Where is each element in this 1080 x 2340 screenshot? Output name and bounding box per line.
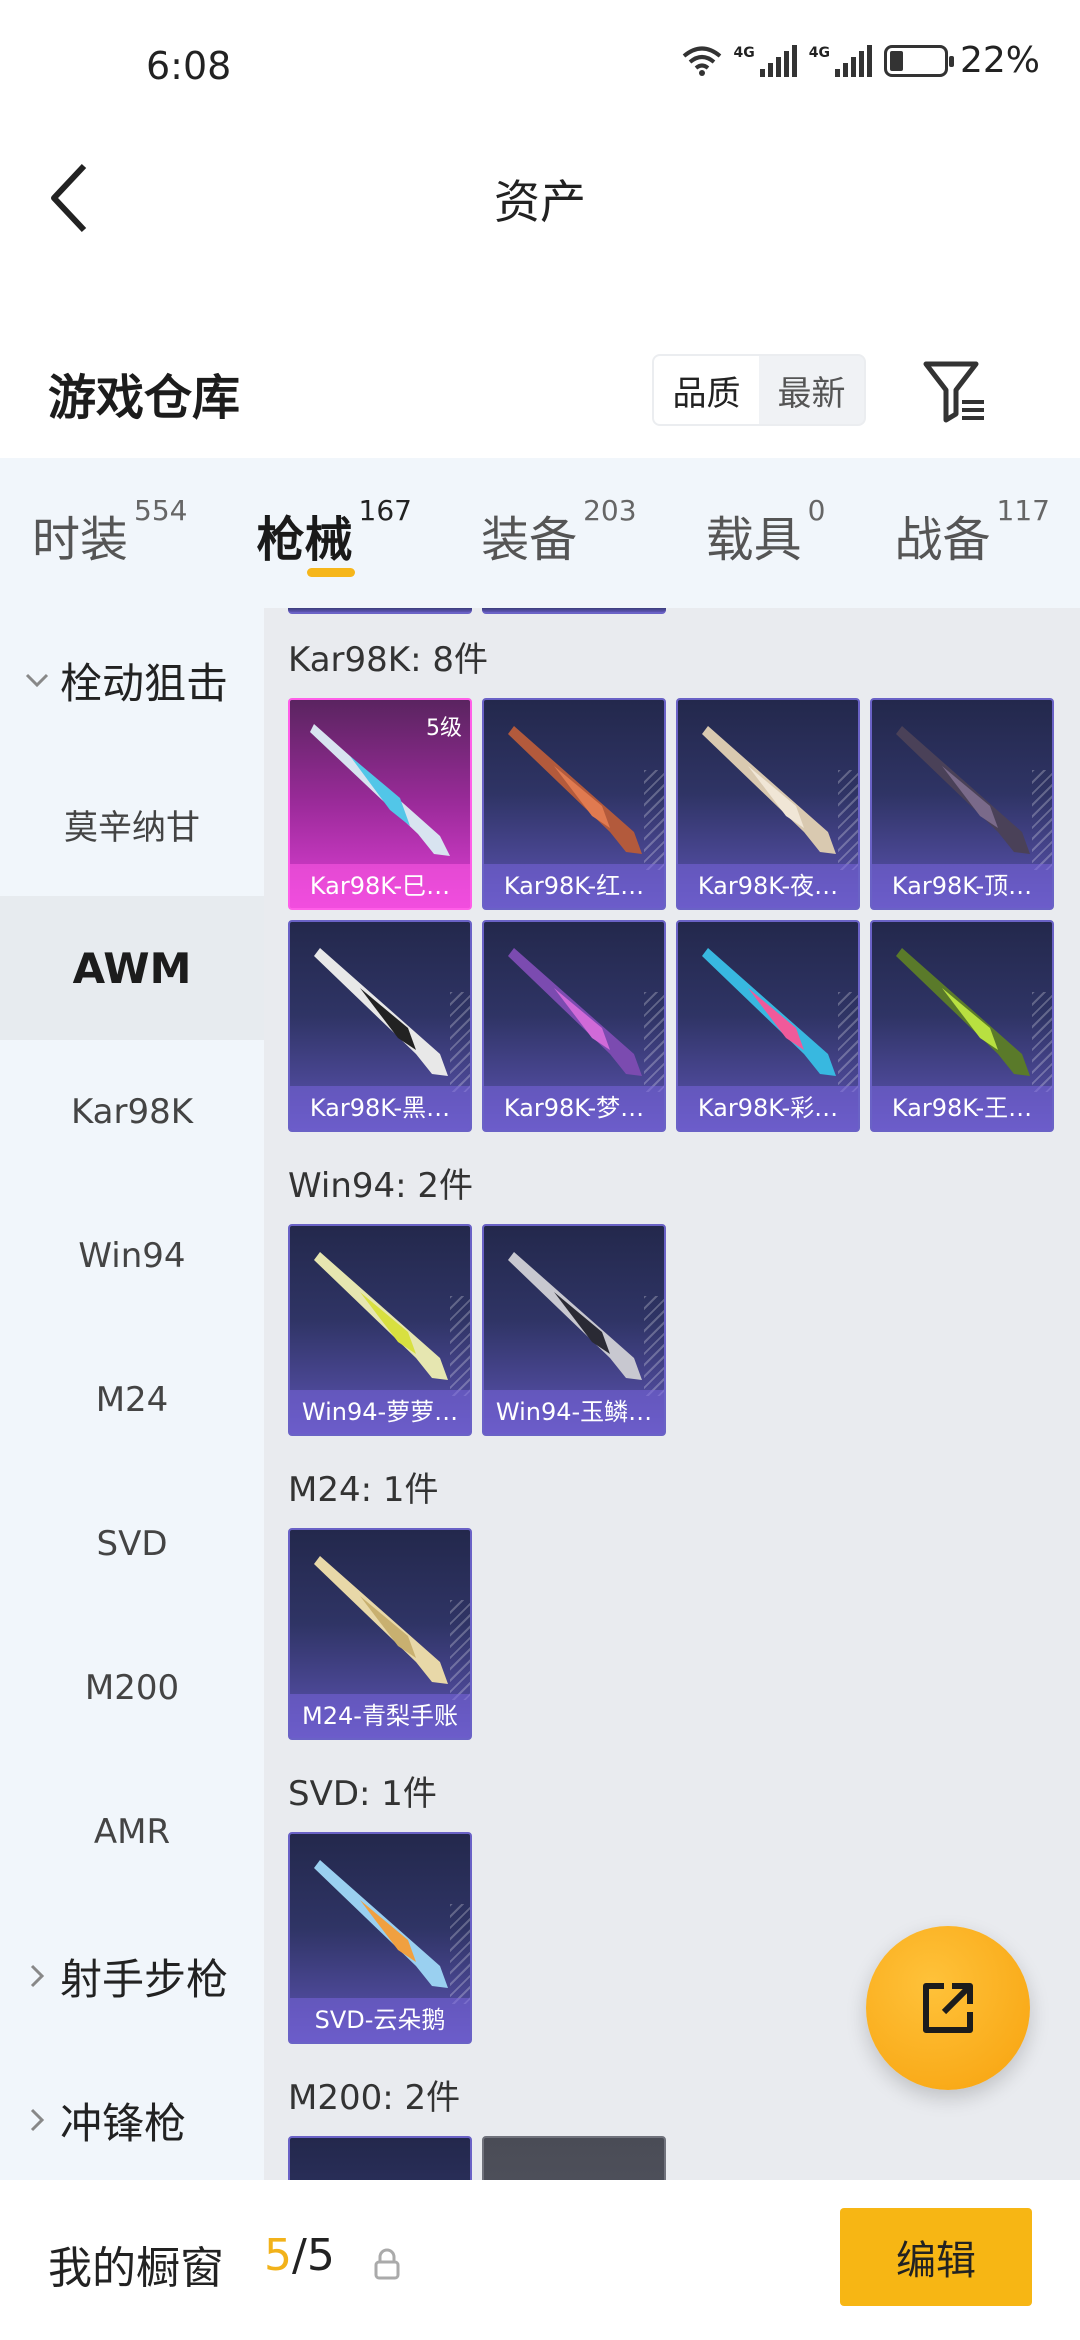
sidebar-item-amr[interactable]: AMR	[0, 1760, 264, 1904]
weapon-name: M24-青梨手账	[290, 1694, 470, 1738]
win94-grid: Win94-萝萝… Win94-玉鳞…	[288, 1224, 1078, 1436]
weapon-card[interactable]: Kar98K-红…	[482, 698, 666, 910]
sidebar-item-m24[interactable]: M24	[0, 1328, 264, 1472]
status-bar: 6:08 4G 4G 22%	[0, 0, 1080, 130]
sidebar-item-m200[interactable]: M200	[0, 1616, 264, 1760]
tab-fashion[interactable]: 时装 554	[32, 458, 187, 608]
weapon-name: Kar98K-彩…	[678, 1086, 858, 1130]
sidebar-item-awm[interactable]: AWM	[0, 896, 264, 1040]
section-title-svd: SVD: 1件	[288, 1773, 437, 1814]
rifle-icon	[314, 1860, 448, 1988]
weapon-card[interactable]	[288, 2136, 472, 2180]
tab-equipment[interactable]: 装备 203	[481, 458, 636, 608]
chevron-right-icon	[30, 1964, 45, 1988]
weapon-card[interactable]: Kar98K-王…	[870, 920, 1054, 1132]
section-title-m24: M24: 1件	[288, 1469, 439, 1510]
tab-supplies[interactable]: 战备 117	[895, 458, 1050, 608]
weapon-name: SVD-云朵鹅	[290, 1998, 470, 2042]
weapon-card[interactable]: Kar98K-夜…	[676, 698, 860, 910]
sidebar-group-bolt-action[interactable]: 栓动狙击	[0, 608, 264, 752]
weapon-name: Kar98K-巳…	[290, 864, 470, 908]
weapon-name: Win94-玉鳞…	[484, 1390, 664, 1434]
rifle-icon	[508, 948, 642, 1076]
weapon-card[interactable]: SVD-云朵鹅	[288, 1832, 472, 2044]
battery-percent: 22%	[959, 40, 1040, 81]
sidebar-item-kar98k[interactable]: Kar98K	[0, 1040, 264, 1184]
section-title-kar98k: Kar98K: 8件	[288, 639, 488, 680]
weapon-card[interactable]	[482, 2136, 666, 2180]
weapon-card[interactable]: M24-青梨手账	[288, 1528, 472, 1740]
weapon-name: Kar98K-梦…	[484, 1086, 664, 1130]
sort-newest-button[interactable]: 最新	[759, 356, 864, 424]
weapon-card[interactable]: Kar98K-梦…	[482, 920, 666, 1132]
weapon-card[interactable]: Kar98K-彩…	[676, 920, 860, 1132]
sidebar-item-svd[interactable]: SVD	[0, 1472, 264, 1616]
section-title-win94: Win94: 2件	[288, 1165, 474, 1206]
rifle-icon	[310, 724, 450, 856]
sidebar-group-marksman[interactable]: 射手步枪	[0, 1904, 264, 2048]
share-fab-button[interactable]	[866, 1926, 1030, 2090]
share-icon	[923, 1983, 973, 2033]
weapon-card[interactable]: 5级 Kar98K-巳…	[288, 698, 472, 910]
warehouse-title: 游戏仓库	[48, 370, 241, 426]
wifi-icon	[682, 46, 721, 76]
sort-quality-button[interactable]: 品质	[654, 356, 759, 424]
tab-vehicles[interactable]: 载具 0	[706, 458, 826, 608]
weapon-card[interactable]: Win94-玉鳞…	[482, 1224, 666, 1436]
rifle-icon	[314, 1252, 448, 1380]
filter-icon[interactable]	[922, 358, 988, 424]
rifle-icon	[314, 948, 448, 1076]
rifle-icon	[314, 1556, 448, 1684]
m200-grid	[288, 2136, 1078, 2180]
rifle-icon	[896, 948, 1030, 1076]
weapon-card[interactable]: Kar98K-黑…	[288, 920, 472, 1132]
showcase-label: 我的橱窗	[48, 2243, 224, 2294]
tab-weapons[interactable]: 枪械 167	[257, 458, 412, 608]
status-time: 6:08	[146, 44, 232, 88]
rifle-icon	[896, 726, 1030, 854]
weapon-category-sidebar: 栓动狙击 莫辛纳甘 AWM Kar98K Win94 M24 SVD M200 …	[0, 608, 264, 2180]
weapon-name: Kar98K-红…	[484, 864, 664, 908]
weapon-name: Kar98K-夜…	[678, 864, 858, 908]
page-title: 资产	[494, 175, 586, 229]
rifle-icon	[702, 948, 836, 1076]
weapon-name: Kar98K-顶…	[872, 864, 1052, 908]
weapon-card[interactable]: Win94-萝萝…	[288, 1224, 472, 1436]
chevron-right-icon	[30, 2108, 45, 2132]
weapon-card[interactable]: Kar98K-顶…	[870, 698, 1054, 910]
showcase-count: 5/5	[264, 2230, 335, 2281]
sidebar-item-win94[interactable]: Win94	[0, 1184, 264, 1328]
rifle-icon	[702, 726, 836, 854]
battery-icon	[883, 44, 954, 77]
sort-toggle: 品质 最新	[652, 354, 866, 426]
sidebar-group-smg[interactable]: 冲锋枪	[0, 2048, 264, 2192]
lock-icon	[374, 2248, 400, 2280]
m24-grid: M24-青梨手账	[288, 1528, 1078, 1740]
previous-row-peek	[288, 608, 666, 614]
rifle-icon	[508, 726, 642, 854]
edit-button[interactable]: 编辑	[840, 2208, 1032, 2306]
weapon-name: Win94-萝萝…	[290, 1390, 470, 1434]
tab-indicator	[306, 568, 355, 577]
sidebar-item-mosin[interactable]: 莫辛纳甘	[0, 752, 264, 896]
top-app-bar: 资产	[0, 130, 1080, 260]
warehouse-header: 游戏仓库 品质 最新	[0, 330, 1080, 450]
showcase-bar: 我的橱窗 5/5 编辑	[0, 2180, 1080, 2340]
weapon-name: Kar98K-王…	[872, 1086, 1052, 1130]
signal-icon: 4G	[809, 44, 872, 77]
status-icons: 4G 4G 22%	[682, 40, 1040, 81]
signal-icon: 4G	[734, 44, 797, 77]
rifle-icon	[508, 1252, 642, 1380]
chevron-down-icon	[25, 673, 49, 688]
weapon-name: Kar98K-黑…	[290, 1086, 470, 1130]
kar98k-grid: 5级 Kar98K-巳… Kar98K-红… Kar98K-夜… Kar98K-…	[288, 698, 1078, 1132]
category-tabs: 时装 554 枪械 167 装备 203 载具 0 战备 117	[0, 458, 1080, 608]
